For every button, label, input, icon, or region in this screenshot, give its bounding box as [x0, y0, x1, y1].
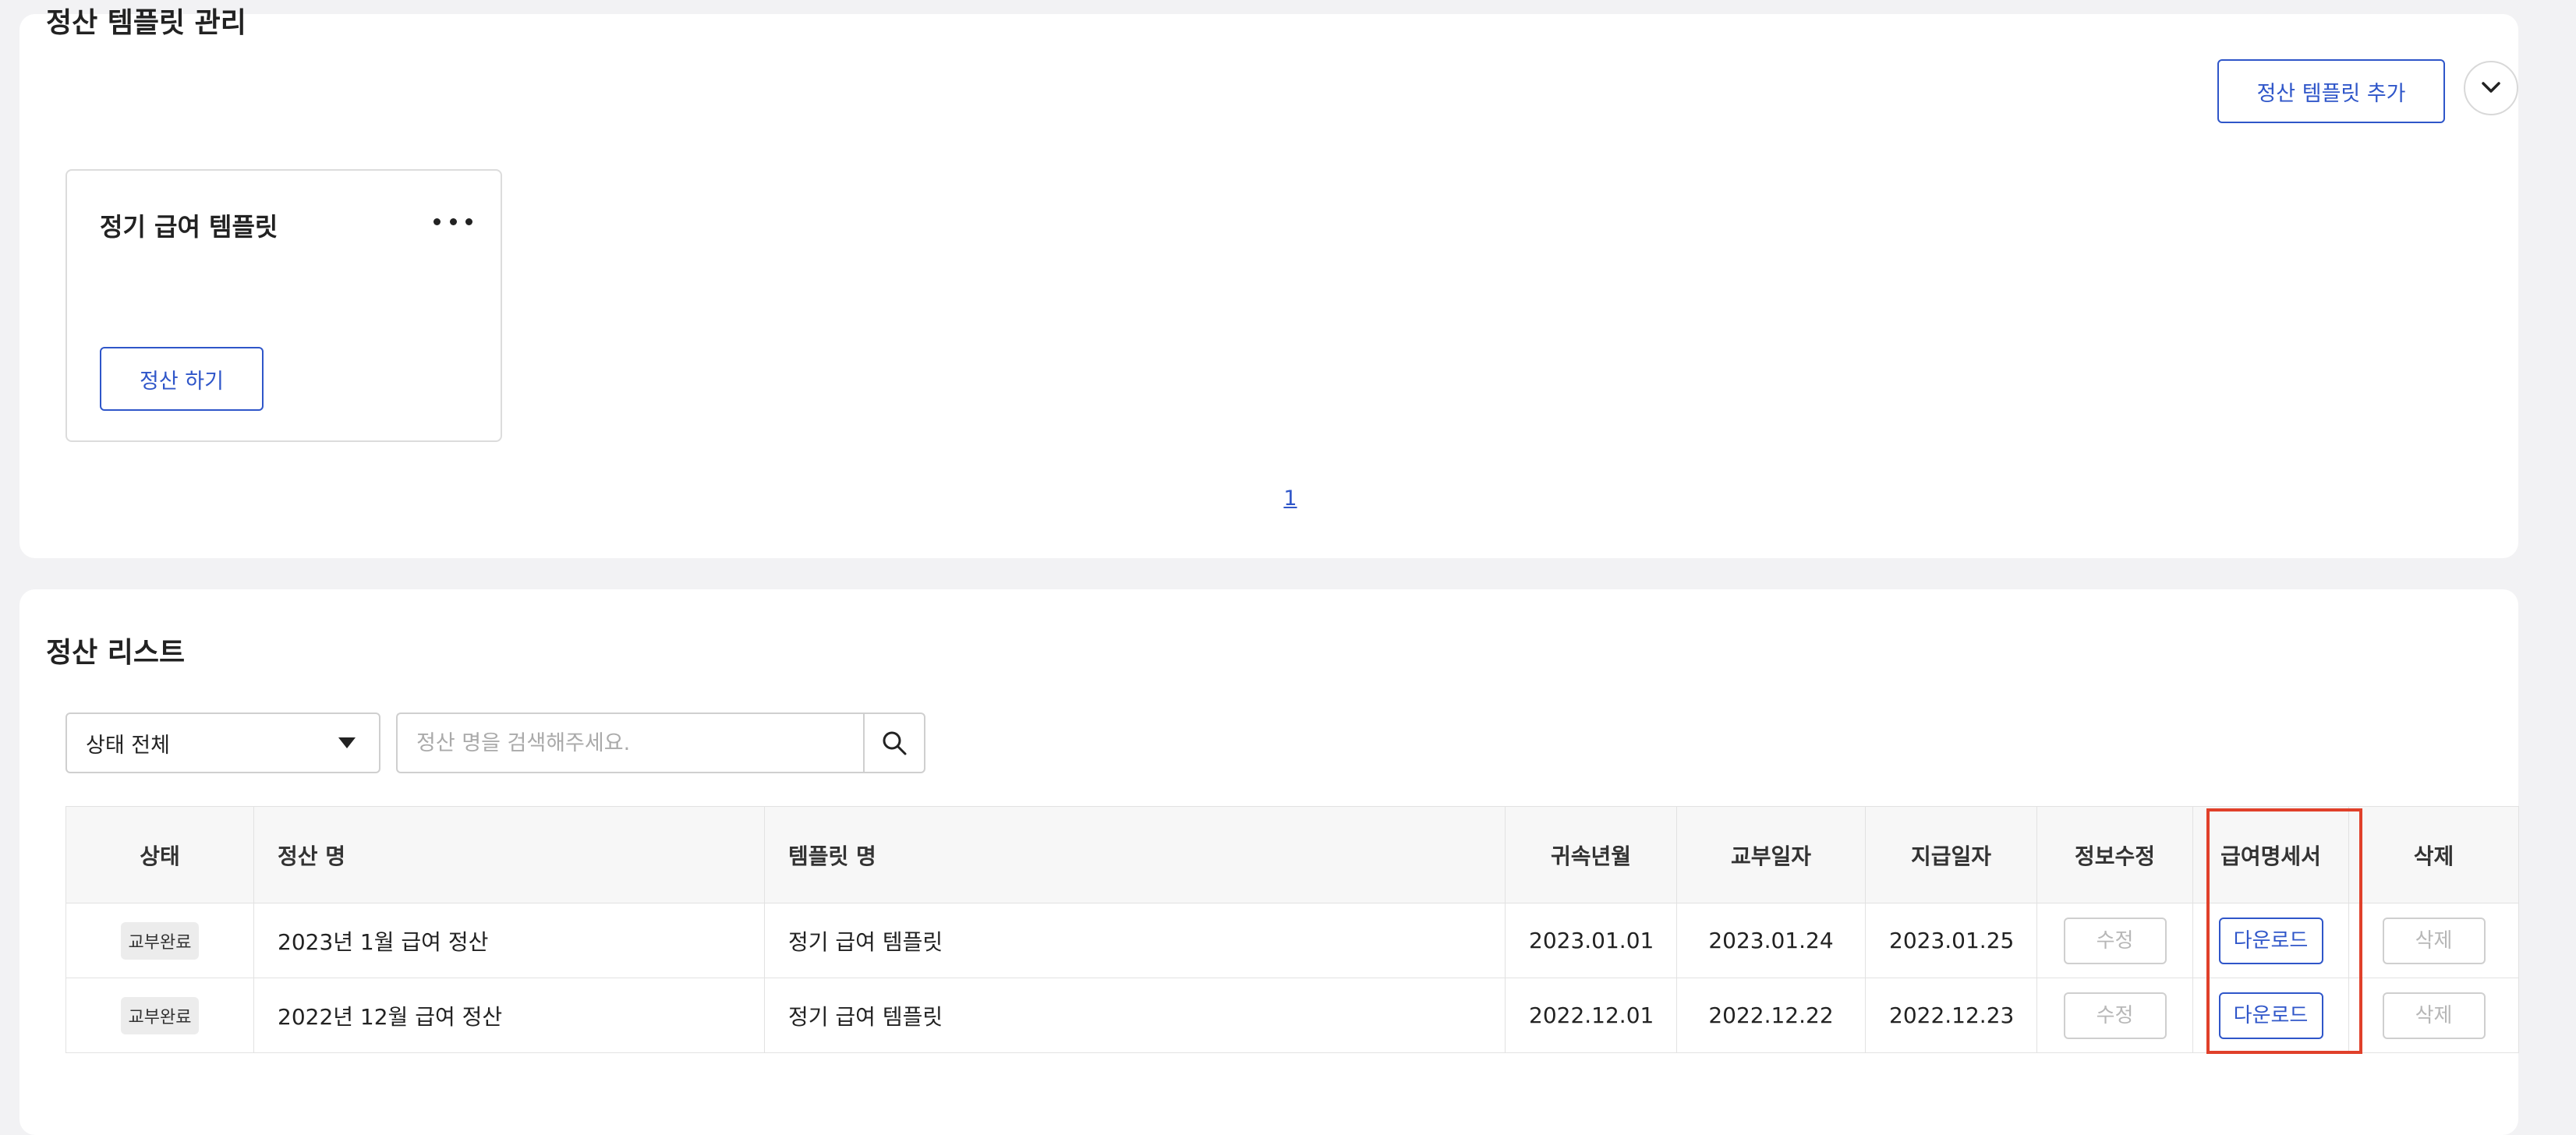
payment-date-cell: 2022.12.23 — [1865, 978, 2037, 1053]
chevron-down-icon — [2482, 82, 2500, 93]
payment-date-cell: 2023.01.25 — [1865, 903, 2037, 978]
template-card-title: 정기 급여 템플릿 — [100, 212, 278, 242]
header-issue-date: 교부일자 — [1676, 806, 1866, 903]
search-input[interactable] — [396, 712, 864, 773]
download-payslip-button[interactable]: 다운로드 — [2218, 992, 2323, 1039]
header-attribution-month: 귀속년월 — [1505, 806, 1677, 903]
delete-button[interactable]: 삭제 — [2382, 917, 2486, 964]
table-header-row: 상태 정산 명 템플릿 명 귀속년월 교부일자 지급일자 정보수정 급여명세서 … — [65, 806, 2519, 903]
template-card: 정기 급여 템플릿 정산 하기 — [65, 169, 502, 442]
pagination-page-link[interactable]: 1 — [1279, 486, 1302, 511]
status-filter-select[interactable]: 상태 전체 — [65, 712, 380, 773]
header-template-name: 템플릿 명 — [764, 806, 1506, 903]
edit-button[interactable]: 수정 — [2063, 992, 2167, 1039]
template-name-cell: 정기 급여 템플릿 — [764, 903, 1506, 978]
status-badge: 교부완료 — [120, 996, 200, 1034]
status-badge: 교부완료 — [120, 921, 200, 960]
caret-down-icon — [338, 737, 356, 748]
table-row: 교부완료 2022년 12월 급여 정산 정기 급여 템플릿 2022.12.0… — [65, 978, 2519, 1053]
template-name-cell: 정기 급여 템플릿 — [764, 978, 1506, 1053]
more-horizontal-icon[interactable] — [433, 210, 472, 233]
attribution-month-cell: 2022.12.01 — [1505, 978, 1677, 1053]
table-row: 교부완료 2023년 1월 급여 정산 정기 급여 템플릿 2023.01.01… — [65, 903, 2519, 978]
collapse-toggle-button[interactable] — [2464, 61, 2518, 115]
settlement-table: 상태 정산 명 템플릿 명 귀속년월 교부일자 지급일자 정보수정 급여명세서 … — [65, 806, 2519, 1053]
header-payment-date: 지급일자 — [1865, 806, 2037, 903]
header-edit: 정보수정 — [2036, 806, 2193, 903]
template-section-title: 정산 템플릿 관리 — [46, 7, 246, 39]
search-button[interactable] — [863, 712, 925, 773]
search-icon — [883, 731, 907, 755]
header-delete: 삭제 — [2348, 806, 2519, 903]
settlement-name-cell: 2023년 1월 급여 정산 — [253, 903, 765, 978]
issue-date-cell: 2023.01.24 — [1676, 903, 1866, 978]
settlement-name-cell: 2022년 12월 급여 정산 — [253, 978, 765, 1053]
header-payslip: 급여명세서 — [2192, 806, 2349, 903]
attribution-month-cell: 2023.01.01 — [1505, 903, 1677, 978]
header-settlement-name: 정산 명 — [253, 806, 765, 903]
status-filter-value: 상태 전체 — [86, 733, 170, 758]
delete-button[interactable]: 삭제 — [2382, 992, 2486, 1039]
header-status: 상태 — [65, 806, 254, 903]
download-payslip-button[interactable]: 다운로드 — [2218, 917, 2323, 964]
edit-button[interactable]: 수정 — [2063, 917, 2167, 964]
issue-date-cell: 2022.12.22 — [1676, 978, 1866, 1053]
list-section-title: 정산 리스트 — [46, 637, 186, 669]
run-settlement-button[interactable]: 정산 하기 — [100, 347, 264, 411]
add-template-button[interactable]: 정산 템플릿 추가 — [2217, 59, 2445, 123]
